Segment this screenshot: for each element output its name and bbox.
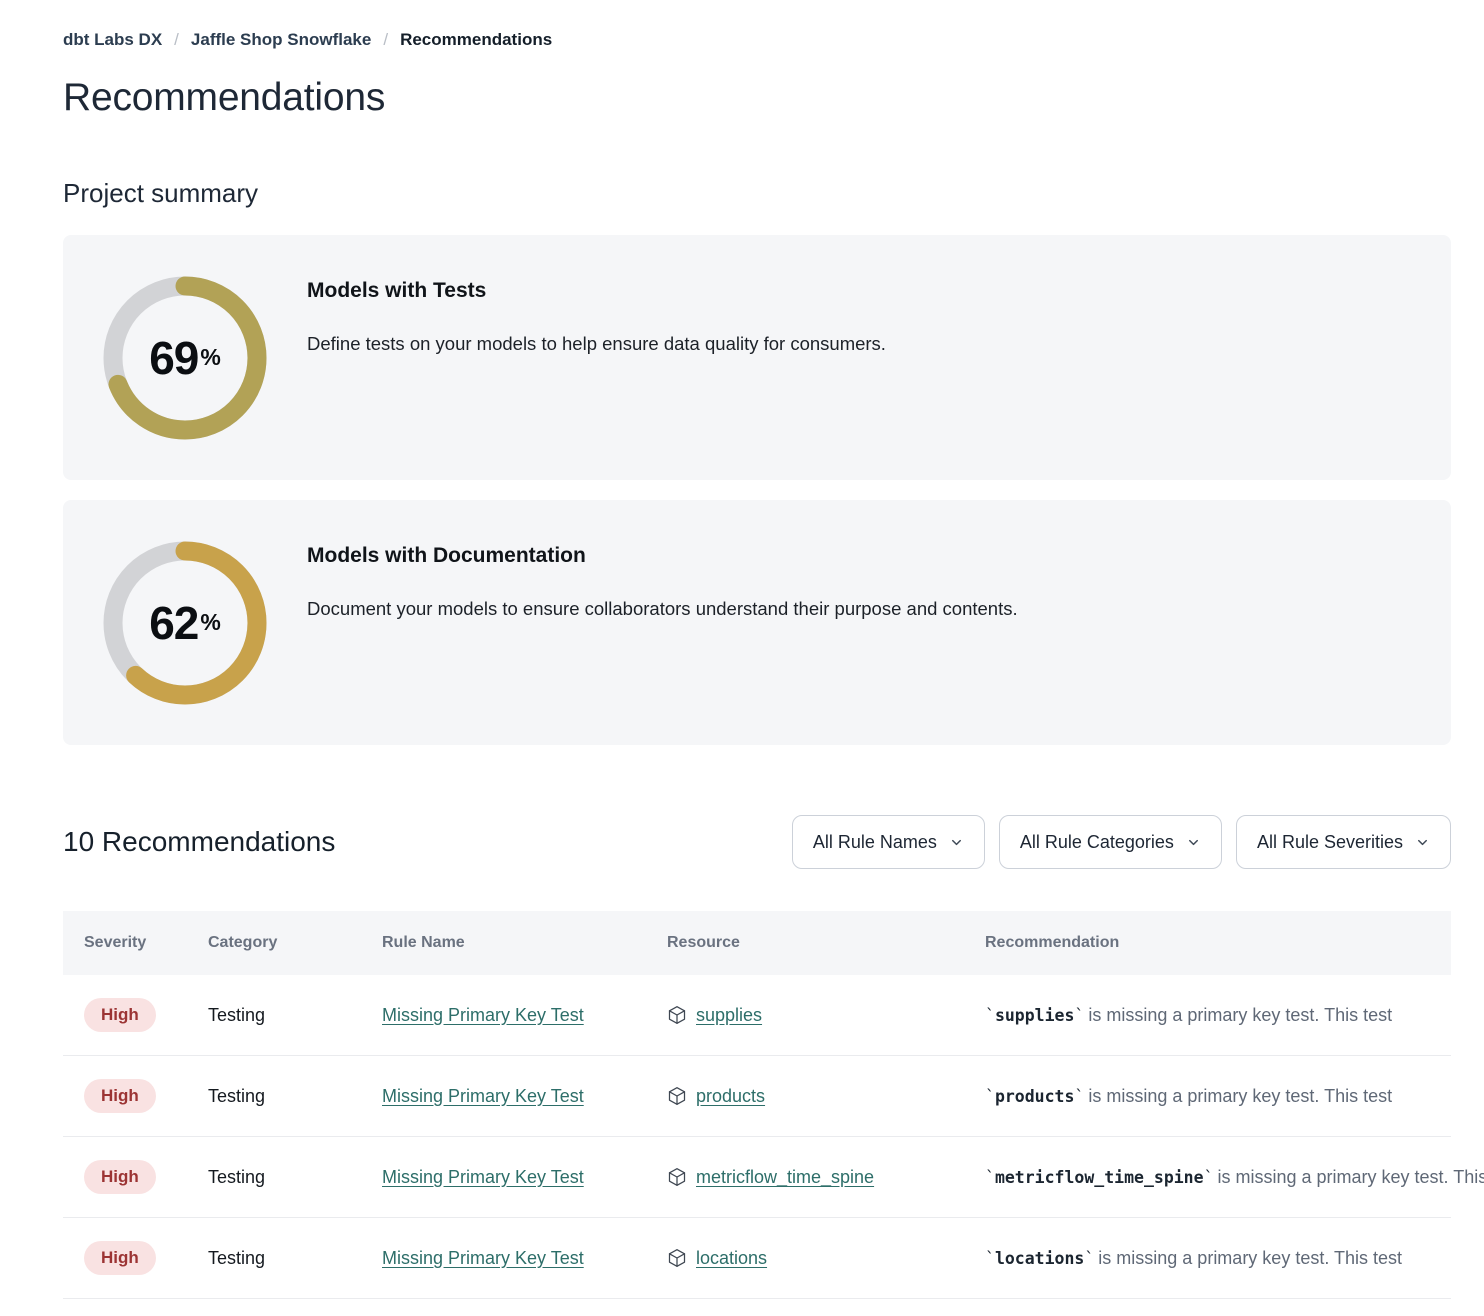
rule-categories-filter-dropdown[interactable]: All Rule Categories bbox=[999, 815, 1222, 869]
rule-name-cell: Missing Primary Key Test bbox=[382, 1086, 667, 1107]
resource-link[interactable]: supplies bbox=[696, 1005, 762, 1026]
breadcrumb-separator: / bbox=[383, 30, 388, 50]
severity-cell: High bbox=[63, 1241, 208, 1275]
summary-card-models-with-documentation: 62% Models with Documentation Document y… bbox=[63, 500, 1451, 745]
table-row: High Testing Missing Primary Key Test su… bbox=[63, 975, 1451, 1056]
recommendations-table: Severity Category Rule Name Resource Rec… bbox=[63, 911, 1451, 1299]
rule-name-link[interactable]: Missing Primary Key Test bbox=[382, 1005, 584, 1025]
chevron-down-icon bbox=[949, 835, 964, 850]
table-row: High Testing Missing Primary Key Test pr… bbox=[63, 1056, 1451, 1137]
recommendation-code: metricflow_time_spine bbox=[995, 1168, 1204, 1187]
breadcrumb: dbt Labs DX / Jaffle Shop Snowflake / Re… bbox=[63, 30, 1451, 50]
resource-cell: locations bbox=[667, 1248, 985, 1269]
recommendations-page: dbt Labs DX / Jaffle Shop Snowflake / Re… bbox=[0, 0, 1484, 1299]
recommendation-cell: `products`is missing a primary key test.… bbox=[985, 1086, 1451, 1107]
card-description-models-with-tests: Define tests on your models to help ensu… bbox=[307, 333, 886, 355]
code-delimiter: ` bbox=[1084, 1249, 1094, 1268]
resource-cell: supplies bbox=[667, 1005, 985, 1026]
rule-severities-filter-dropdown[interactable]: All Rule Severities bbox=[1236, 815, 1451, 869]
chevron-down-icon bbox=[1415, 835, 1430, 850]
documentation-coverage-percent: 62% bbox=[103, 541, 267, 705]
recommendation-text: is missing a primary key test. This test bbox=[1088, 1005, 1392, 1025]
column-header-recommendation: Recommendation bbox=[985, 934, 1451, 952]
card-description-models-with-documentation: Document your models to ensure collabora… bbox=[307, 598, 1018, 620]
table-row: High Testing Missing Primary Key Test lo… bbox=[63, 1218, 1451, 1299]
model-cube-icon bbox=[667, 1005, 687, 1025]
model-cube-icon bbox=[667, 1167, 687, 1187]
severity-badge: High bbox=[84, 1160, 156, 1194]
recommendation-code: supplies bbox=[995, 1006, 1074, 1025]
column-header-resource: Resource bbox=[667, 934, 985, 952]
breadcrumb-project-link[interactable]: Jaffle Shop Snowflake bbox=[191, 30, 371, 50]
table-header-row: Severity Category Rule Name Resource Rec… bbox=[63, 911, 1451, 975]
resource-link[interactable]: locations bbox=[696, 1248, 767, 1269]
category-cell: Testing bbox=[208, 1086, 382, 1107]
rule-name-cell: Missing Primary Key Test bbox=[382, 1005, 667, 1026]
tests-coverage-donut-chart: 69% bbox=[103, 276, 267, 440]
resource-link[interactable]: metricflow_time_spine bbox=[696, 1167, 874, 1188]
documentation-coverage-donut-chart: 62% bbox=[103, 541, 267, 705]
rule-name-link[interactable]: Missing Primary Key Test bbox=[382, 1167, 584, 1187]
rule-name-link[interactable]: Missing Primary Key Test bbox=[382, 1086, 584, 1106]
table-row: High Testing Missing Primary Key Test me… bbox=[63, 1137, 1451, 1218]
code-delimiter: ` bbox=[1074, 1006, 1084, 1025]
severity-cell: High bbox=[63, 998, 208, 1032]
recommendation-cell: `supplies`is missing a primary key test.… bbox=[985, 1005, 1451, 1026]
tests-coverage-percent: 69% bbox=[103, 276, 267, 440]
recommendation-cell: `metricflow_time_spine`is missing a prim… bbox=[985, 1167, 1451, 1188]
code-delimiter: ` bbox=[1204, 1168, 1214, 1187]
code-delimiter: ` bbox=[985, 1087, 995, 1106]
rule-name-cell: Missing Primary Key Test bbox=[382, 1248, 667, 1269]
summary-card-models-with-tests: 69% Models with Tests Define tests on yo… bbox=[63, 235, 1451, 480]
code-delimiter: ` bbox=[985, 1006, 995, 1025]
resource-cell: products bbox=[667, 1086, 985, 1107]
project-summary-heading: Project summary bbox=[63, 178, 1451, 209]
page-title: Recommendations bbox=[63, 76, 1451, 120]
table-body: High Testing Missing Primary Key Test su… bbox=[63, 975, 1451, 1299]
rule-name-cell: Missing Primary Key Test bbox=[382, 1167, 667, 1188]
code-delimiter: ` bbox=[985, 1168, 995, 1187]
recommendation-code: locations bbox=[995, 1249, 1084, 1268]
code-delimiter: ` bbox=[1074, 1087, 1084, 1106]
model-cube-icon bbox=[667, 1248, 687, 1268]
category-cell: Testing bbox=[208, 1005, 382, 1026]
category-cell: Testing bbox=[208, 1167, 382, 1188]
column-header-rule-name: Rule Name bbox=[382, 934, 667, 952]
card-title-models-with-documentation: Models with Documentation bbox=[307, 544, 1018, 568]
severity-cell: High bbox=[63, 1079, 208, 1113]
chevron-down-icon bbox=[1186, 835, 1201, 850]
resource-link[interactable]: products bbox=[696, 1086, 765, 1107]
code-delimiter: ` bbox=[985, 1249, 995, 1268]
rule-name-link[interactable]: Missing Primary Key Test bbox=[382, 1248, 584, 1268]
column-header-category: Category bbox=[208, 934, 382, 952]
recommendation-text: is missing a primary key test. This test bbox=[1218, 1167, 1484, 1187]
model-cube-icon bbox=[667, 1086, 687, 1106]
severity-badge: High bbox=[84, 1079, 156, 1113]
filter-bar: All Rule Names All Rule Categories All R… bbox=[792, 815, 1451, 869]
recommendation-text: is missing a primary key test. This test bbox=[1098, 1248, 1402, 1268]
severity-badge: High bbox=[84, 1241, 156, 1275]
recommendations-count-heading: 10 Recommendations bbox=[63, 826, 335, 858]
recommendation-text: is missing a primary key test. This test bbox=[1088, 1086, 1392, 1106]
severity-badge: High bbox=[84, 998, 156, 1032]
card-title-models-with-tests: Models with Tests bbox=[307, 279, 886, 303]
recommendation-cell: `locations`is missing a primary key test… bbox=[985, 1248, 1451, 1269]
resource-cell: metricflow_time_spine bbox=[667, 1167, 985, 1188]
severity-cell: High bbox=[63, 1160, 208, 1194]
category-cell: Testing bbox=[208, 1248, 382, 1269]
recommendation-code: products bbox=[995, 1087, 1074, 1106]
breadcrumb-separator: / bbox=[174, 30, 179, 50]
breadcrumb-current-page: Recommendations bbox=[400, 30, 552, 50]
column-header-severity: Severity bbox=[63, 934, 208, 952]
breadcrumb-account-link[interactable]: dbt Labs DX bbox=[63, 30, 162, 50]
rule-names-filter-dropdown[interactable]: All Rule Names bbox=[792, 815, 985, 869]
